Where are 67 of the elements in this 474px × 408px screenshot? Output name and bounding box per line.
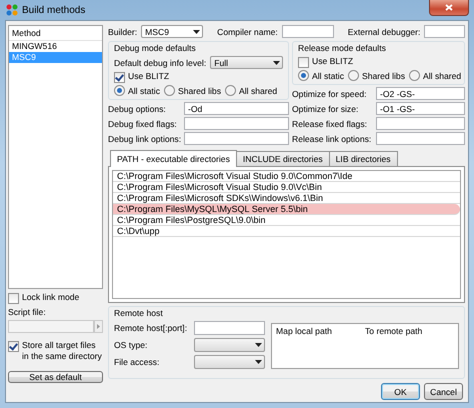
caret-icon	[193, 30, 200, 34]
dropdown[interactable]	[194, 338, 265, 352]
field-label: Debug options:	[108, 104, 167, 114]
field-label: File access:	[114, 357, 160, 367]
caret-icon	[255, 343, 262, 347]
field-label: Debug link options:	[108, 134, 182, 144]
option-field[interactable]: -O1 -GS-	[376, 102, 465, 115]
dialog-button[interactable]: Cancel	[424, 383, 463, 400]
dialog-button[interactable]: OK	[381, 383, 420, 400]
column-header: Map local path	[276, 326, 333, 336]
use-blitz-checkbox[interactable]: Use BLITZ	[114, 71, 283, 83]
radio-button[interactable]: All static	[298, 70, 344, 81]
field-label: Remote host[:port]:	[114, 323, 188, 333]
window-title: Build methods	[22, 4, 86, 16]
field-label: Default debug info level:	[114, 58, 206, 68]
field-label: Script file:	[8, 307, 47, 317]
radio-button[interactable]: All shared	[225, 85, 278, 96]
path-row[interactable]: C:\Dvt\upp	[113, 226, 460, 237]
option-field[interactable]: -O2 -GS-	[376, 87, 465, 100]
info-level-dropdown[interactable]: Full	[210, 56, 283, 69]
field-label: Release fixed flags:	[292, 118, 368, 128]
host-field[interactable]	[194, 321, 265, 335]
caret-icon	[273, 60, 280, 64]
field-label: OS type:	[114, 340, 148, 350]
use-blitz-checkbox[interactable]: Use BLITZ	[298, 56, 459, 68]
method-item[interactable]: MINGW516	[9, 41, 102, 52]
compiler-name-field[interactable]	[282, 25, 334, 38]
debugger-field[interactable]	[424, 25, 465, 38]
field-label: Builder:	[108, 26, 138, 36]
field-label: Compiler name:	[217, 26, 278, 36]
tab[interactable]: PATH - executable directories	[110, 150, 237, 167]
group-title: Release mode defaults	[298, 43, 387, 54]
option-field[interactable]	[376, 117, 465, 130]
store-files-checkbox[interactable]: Store all target files in the same directory	[8, 340, 103, 362]
dropdown[interactable]	[194, 355, 265, 369]
lock-link-checkbox[interactable]: Lock link mode	[8, 292, 103, 304]
radio-button[interactable]: All shared	[409, 70, 462, 81]
field-label: Optimize for speed:	[292, 88, 368, 98]
option-field[interactable]	[376, 132, 465, 145]
path-row[interactable]: C:\Program Files\Microsoft Visual Studio 9.0\Vc\Bin	[113, 182, 460, 193]
radio-button[interactable]: Shared libs	[348, 70, 405, 81]
browse-button[interactable]	[94, 320, 103, 333]
tab[interactable]: LIB directories	[328, 151, 398, 166]
field-label: External debugger:	[348, 26, 420, 36]
option-field[interactable]	[184, 117, 289, 130]
arrow-icon	[97, 324, 100, 329]
caret-icon	[255, 360, 262, 364]
column-header: To remote path	[365, 326, 424, 336]
path-row[interactable]: C:\Program Files\PostgreSQL\9.0\bin	[113, 215, 460, 226]
field-label: Debug fixed flags:	[108, 118, 178, 128]
app-icon	[6, 4, 18, 16]
close-button[interactable]	[429, 0, 469, 16]
field-label: Optimize for size:	[292, 104, 360, 114]
set-default-button[interactable]: Set as default	[8, 371, 103, 383]
builder-dropdown[interactable]: MSC9	[141, 25, 204, 38]
close-icon	[445, 4, 453, 11]
group-title: Debug mode defaults	[114, 43, 197, 54]
path-row[interactable]: C:\Program Files\Microsoft SDKs\Windows\v6.1\Bin	[113, 193, 460, 204]
option-field[interactable]	[184, 132, 289, 145]
path-row[interactable]: C:\Program Files\MySQL\MySQL Server 5.5\bin	[113, 204, 460, 215]
radio-button[interactable]: Shared libs	[164, 85, 221, 96]
group-title: Remote host	[114, 308, 164, 319]
radio-button[interactable]: All static	[114, 85, 160, 96]
option-field[interactable]: -Od	[184, 102, 289, 115]
path-row[interactable]: C:\Program Files\Microsoft Visual Studio 9.0\Common7\Ide	[113, 171, 460, 182]
field-label: Release link options:	[292, 134, 372, 144]
tab[interactable]: INCLUDE directories	[236, 151, 330, 166]
